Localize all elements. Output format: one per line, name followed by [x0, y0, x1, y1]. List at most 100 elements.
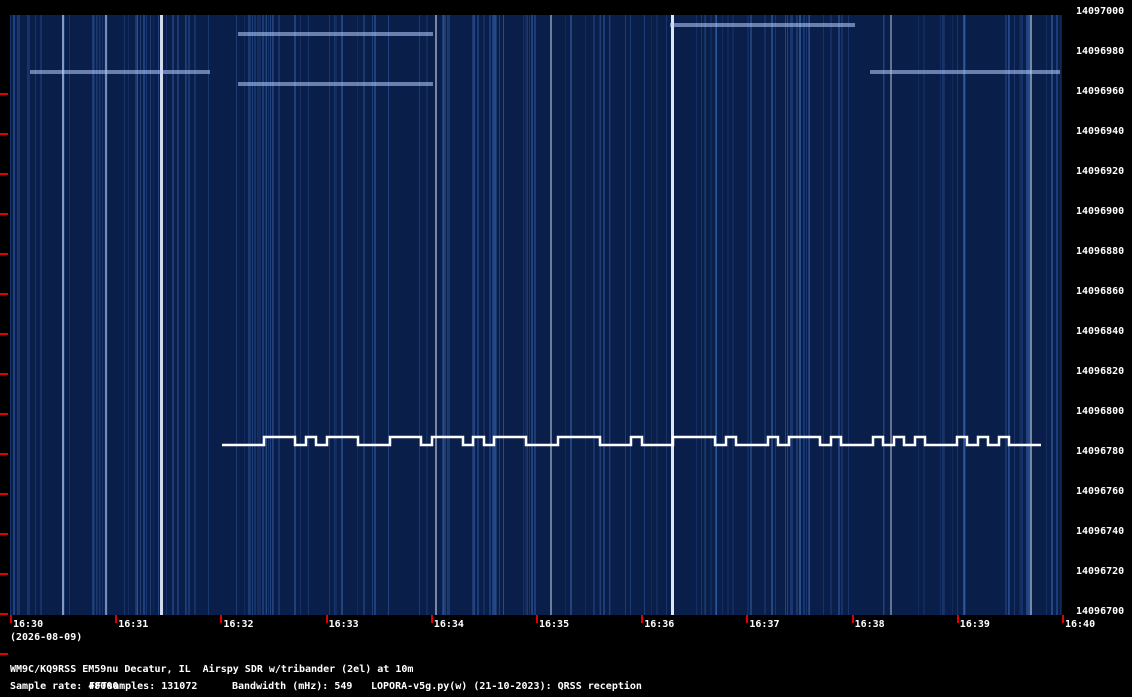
noise-streak [40, 15, 42, 615]
noise-streak [236, 15, 237, 615]
noise-streak [489, 15, 491, 615]
noise-streak [630, 15, 631, 615]
software-info: LOPORA-v5g.py(w) (21-10-2023): QRSS rece… [371, 681, 642, 692]
time-tick [10, 615, 12, 623]
noise-streak [701, 15, 702, 615]
noise-streak [529, 15, 530, 615]
noise-streak [503, 15, 504, 615]
noise-streak [710, 15, 712, 615]
noise-streak [716, 15, 717, 615]
noise-streak [1014, 15, 1015, 615]
noise-streak [747, 15, 749, 615]
noise-streak [1005, 15, 1007, 615]
interference-line [890, 15, 892, 615]
noise-streak [963, 15, 965, 615]
time-label: 16:35 [539, 619, 570, 630]
noise-streak [764, 15, 766, 615]
noise-streak [841, 15, 843, 615]
interference-line [671, 15, 674, 615]
noise-streak [806, 15, 807, 615]
noise-streak [472, 15, 473, 615]
noise-streak [609, 15, 611, 615]
noise-streak [1060, 15, 1061, 615]
noise-streak [35, 15, 36, 615]
time-label: 16:34 [433, 619, 464, 630]
noise-streak [599, 15, 600, 615]
noise-streak [696, 15, 697, 615]
noise-streak [244, 15, 245, 615]
noise-streak [957, 15, 958, 615]
noise-streak [952, 15, 953, 615]
freq-tick [0, 213, 8, 215]
noise-streak [1008, 15, 1009, 615]
freq-tick [0, 453, 8, 455]
noise-streak [447, 15, 448, 615]
time-label: 16:30 [13, 619, 44, 630]
carrier-trace [238, 82, 433, 86]
freq-label: 14096980 [1076, 46, 1125, 57]
noise-streak [270, 15, 271, 615]
freq-label: 14096860 [1076, 286, 1125, 297]
noise-streak [341, 15, 343, 615]
noise-streak [666, 15, 667, 615]
noise-streak [523, 15, 524, 615]
noise-streak [918, 15, 919, 615]
freq-label: 14096700 [1076, 606, 1125, 617]
noise-streak [772, 15, 773, 615]
noise-streak [830, 15, 832, 615]
noise-streak [150, 15, 151, 615]
freq-label: 14096820 [1076, 366, 1125, 377]
date-label: (2026-08-09) [10, 632, 83, 643]
interference-line [550, 15, 552, 615]
noise-streak [732, 15, 734, 615]
freq-label: 14096740 [1076, 526, 1125, 537]
freq-label: 14096900 [1076, 206, 1125, 217]
freq-label: 14096920 [1076, 166, 1125, 177]
freq-label: 14096940 [1076, 126, 1125, 137]
noise-streak [177, 15, 179, 615]
noise-streak [102, 15, 103, 615]
noise-streak [492, 15, 494, 615]
freq-tick [0, 493, 8, 495]
noise-streak [254, 15, 256, 615]
noise-streak [388, 15, 389, 615]
noise-streak [527, 15, 528, 615]
noise-streak [923, 15, 925, 615]
noise-streak [266, 15, 267, 615]
noise-streak [250, 15, 251, 615]
noise-streak [124, 15, 125, 615]
fft-samples-info: FFTsamples: 131072 [89, 681, 198, 692]
time-tick [536, 615, 538, 623]
noise-streak [603, 15, 605, 615]
time-tick [325, 615, 328, 623]
noise-streak [185, 15, 186, 615]
noise-streak [1019, 15, 1021, 615]
freq-tick [0, 293, 8, 295]
noise-streak [1026, 15, 1028, 615]
noise-streak [208, 15, 209, 615]
noise-streak [252, 15, 253, 615]
time-label: 16:36 [644, 619, 675, 630]
noise-streak [1051, 15, 1053, 615]
noise-streak [1009, 15, 1010, 615]
noise-streak [372, 15, 373, 615]
noise-streak [727, 15, 729, 615]
noise-streak [158, 15, 159, 615]
noise-streak [484, 15, 485, 615]
noise-streak [308, 15, 309, 615]
noise-streak [128, 15, 129, 615]
freq-label: 14096720 [1076, 566, 1125, 577]
noise-streak [166, 15, 167, 615]
noise-streak [273, 15, 274, 615]
noise-streak [294, 15, 296, 615]
noise-streak [651, 15, 652, 615]
noise-streak [248, 15, 250, 615]
time-label: 16:31 [118, 619, 149, 630]
noise-streak [809, 15, 810, 615]
noise-streak [104, 15, 105, 615]
freq-label: 14097000 [1076, 6, 1125, 17]
noise-streak [944, 15, 945, 615]
noise-streak [942, 15, 944, 615]
noise-streak [426, 15, 428, 615]
freq-tick [0, 413, 8, 415]
